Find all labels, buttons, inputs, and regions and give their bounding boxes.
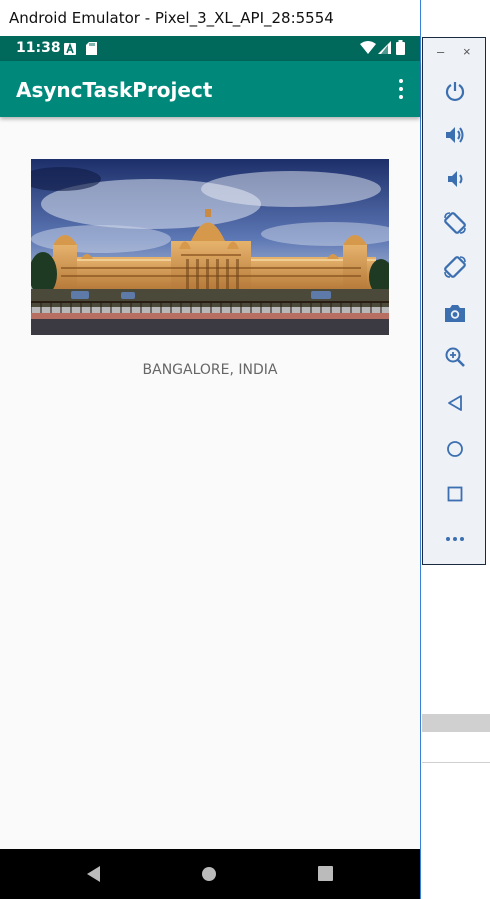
status-bar: 11:38 — [0, 36, 420, 61]
signal-icon — [378, 41, 391, 59]
volume-up-icon[interactable] — [442, 122, 468, 148]
back-icon[interactable] — [442, 390, 468, 416]
rotate-left-icon[interactable] — [442, 210, 468, 236]
landmark-image — [31, 159, 389, 335]
battery-icon — [396, 40, 405, 60]
power-icon[interactable] — [442, 78, 468, 104]
sd-card-icon — [86, 42, 97, 60]
background-divider — [422, 762, 490, 763]
overflow-menu-icon[interactable] — [396, 79, 406, 99]
zoom-icon[interactable] — [442, 344, 468, 370]
minimize-button[interactable]: – — [437, 44, 444, 59]
window-title: Android Emulator - Pixel_3_XL_API_28:555… — [0, 0, 420, 36]
close-button[interactable]: × — [463, 44, 471, 59]
rotate-right-icon[interactable] — [442, 254, 468, 280]
home-button-icon[interactable] — [201, 866, 217, 887]
navigation-bar — [0, 849, 420, 899]
wifi-icon — [360, 41, 376, 59]
status-time: 11:38 — [16, 40, 61, 56]
emulator-toolbar: – × — [422, 37, 486, 565]
app-bar: AsyncTaskProject — [0, 61, 420, 117]
image-caption: BANGALORE, INDIA — [142, 362, 278, 378]
background-window-strip — [422, 714, 490, 732]
app-title: AsyncTaskProject — [16, 78, 213, 102]
recents-button-icon[interactable] — [318, 866, 333, 886]
home-icon[interactable] — [442, 436, 468, 462]
volume-down-icon[interactable] — [442, 166, 468, 192]
more-icon[interactable] — [442, 526, 468, 552]
notification-a-icon — [64, 42, 76, 60]
back-button-icon[interactable] — [85, 865, 101, 888]
emulator-window: Android Emulator - Pixel_3_XL_API_28:555… — [0, 0, 421, 899]
overview-icon[interactable] — [442, 481, 468, 507]
camera-icon[interactable] — [442, 300, 468, 326]
